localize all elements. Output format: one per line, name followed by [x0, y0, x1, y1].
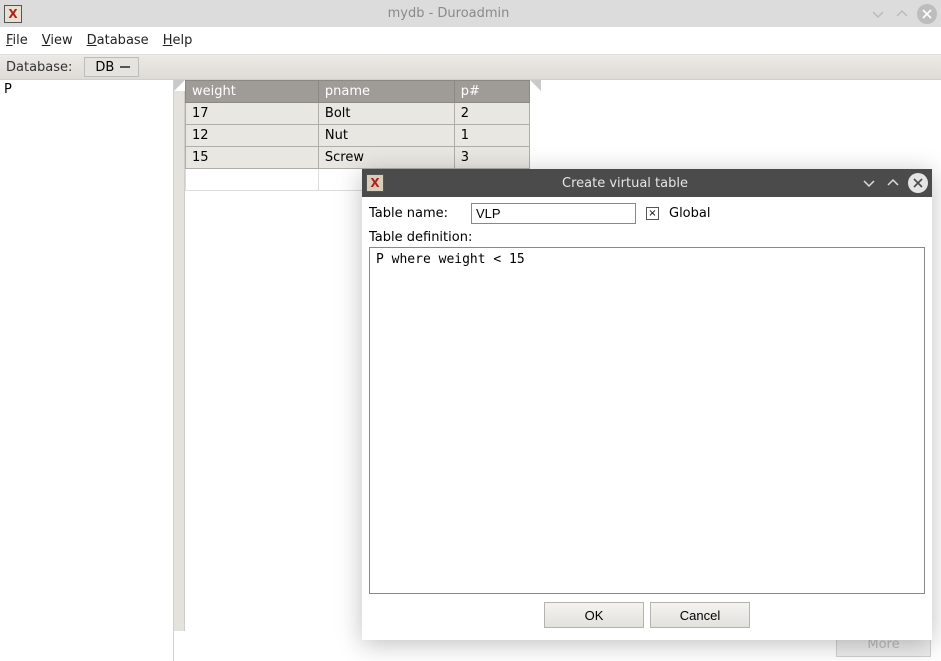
- table-header-row: weight pname p#: [186, 81, 530, 103]
- dialog-body: Table name: × Global Table definition: O…: [362, 197, 932, 640]
- menu-view[interactable]: View: [42, 33, 73, 48]
- ok-button[interactable]: OK: [544, 602, 644, 628]
- cell-pname[interactable]: Bolt: [318, 103, 454, 125]
- table-row[interactable]: 12 Nut 1: [186, 125, 530, 147]
- database-label: Database:: [6, 60, 72, 75]
- global-checkbox[interactable]: ×: [646, 207, 659, 220]
- table-name-label: Table name:: [369, 206, 461, 221]
- vertical-scrollbar[interactable]: [174, 91, 185, 631]
- table-name-input[interactable]: [471, 203, 636, 224]
- dialog-maximize-icon[interactable]: [884, 174, 902, 192]
- cell-weight[interactable]: 12: [186, 125, 319, 147]
- minimize-icon[interactable]: [869, 5, 887, 23]
- maximize-icon[interactable]: [893, 5, 911, 23]
- menubar: File View Database Help: [0, 27, 941, 55]
- scroll-corner-right: [530, 80, 541, 91]
- dialog-buttons: OK Cancel: [369, 594, 925, 634]
- menu-database[interactable]: Database: [87, 33, 149, 48]
- table-row[interactable]: 15 Screw 3: [186, 147, 530, 169]
- dialog-minimize-icon[interactable]: [860, 174, 878, 192]
- table-row[interactable]: 17 Bolt 2: [186, 103, 530, 125]
- cancel-button[interactable]: Cancel: [650, 602, 750, 628]
- cell-pname[interactable]: Nut: [318, 125, 454, 147]
- cell-pnum[interactable]: 3: [454, 147, 529, 169]
- cell-blank[interactable]: [186, 169, 319, 191]
- menu-help[interactable]: Help: [163, 33, 193, 48]
- table-name-row: Table name: × Global: [369, 203, 925, 224]
- cell-pnum[interactable]: 2: [454, 103, 529, 125]
- menu-file[interactable]: File: [6, 33, 28, 48]
- window-controls: [869, 4, 937, 24]
- table-definition-input[interactable]: [369, 247, 925, 594]
- database-select-value: DB: [95, 60, 114, 75]
- global-label: Global: [669, 206, 710, 221]
- dialog-titlebar: X Create virtual table: [362, 169, 932, 197]
- cell-weight[interactable]: 15: [186, 147, 319, 169]
- col-pname[interactable]: pname: [318, 81, 454, 103]
- dialog-controls: [860, 173, 928, 193]
- sidebar: P: [0, 80, 174, 661]
- app-icon: X: [4, 5, 22, 23]
- table-definition-label: Table definition:: [369, 230, 925, 245]
- sidebar-item-p[interactable]: P: [4, 82, 169, 97]
- toolbar: Database: DB: [0, 55, 941, 80]
- cell-weight[interactable]: 17: [186, 103, 319, 125]
- scroll-corner-left: [174, 80, 185, 91]
- col-weight[interactable]: weight: [186, 81, 319, 103]
- cell-pnum[interactable]: 1: [454, 125, 529, 147]
- window-title: mydb - Duroadmin: [28, 6, 869, 21]
- dialog-close-icon[interactable]: [908, 173, 928, 193]
- cell-pname[interactable]: Screw: [318, 147, 454, 169]
- dialog-title: Create virtual table: [390, 176, 860, 191]
- close-icon[interactable]: [917, 4, 937, 24]
- database-select[interactable]: DB: [84, 57, 139, 77]
- create-virtual-table-dialog: X Create virtual table Table name: × Glo…: [362, 169, 932, 640]
- col-pnum[interactable]: p#: [454, 81, 529, 103]
- main-titlebar: X mydb - Duroadmin: [0, 0, 941, 27]
- dialog-app-icon: X: [366, 174, 384, 192]
